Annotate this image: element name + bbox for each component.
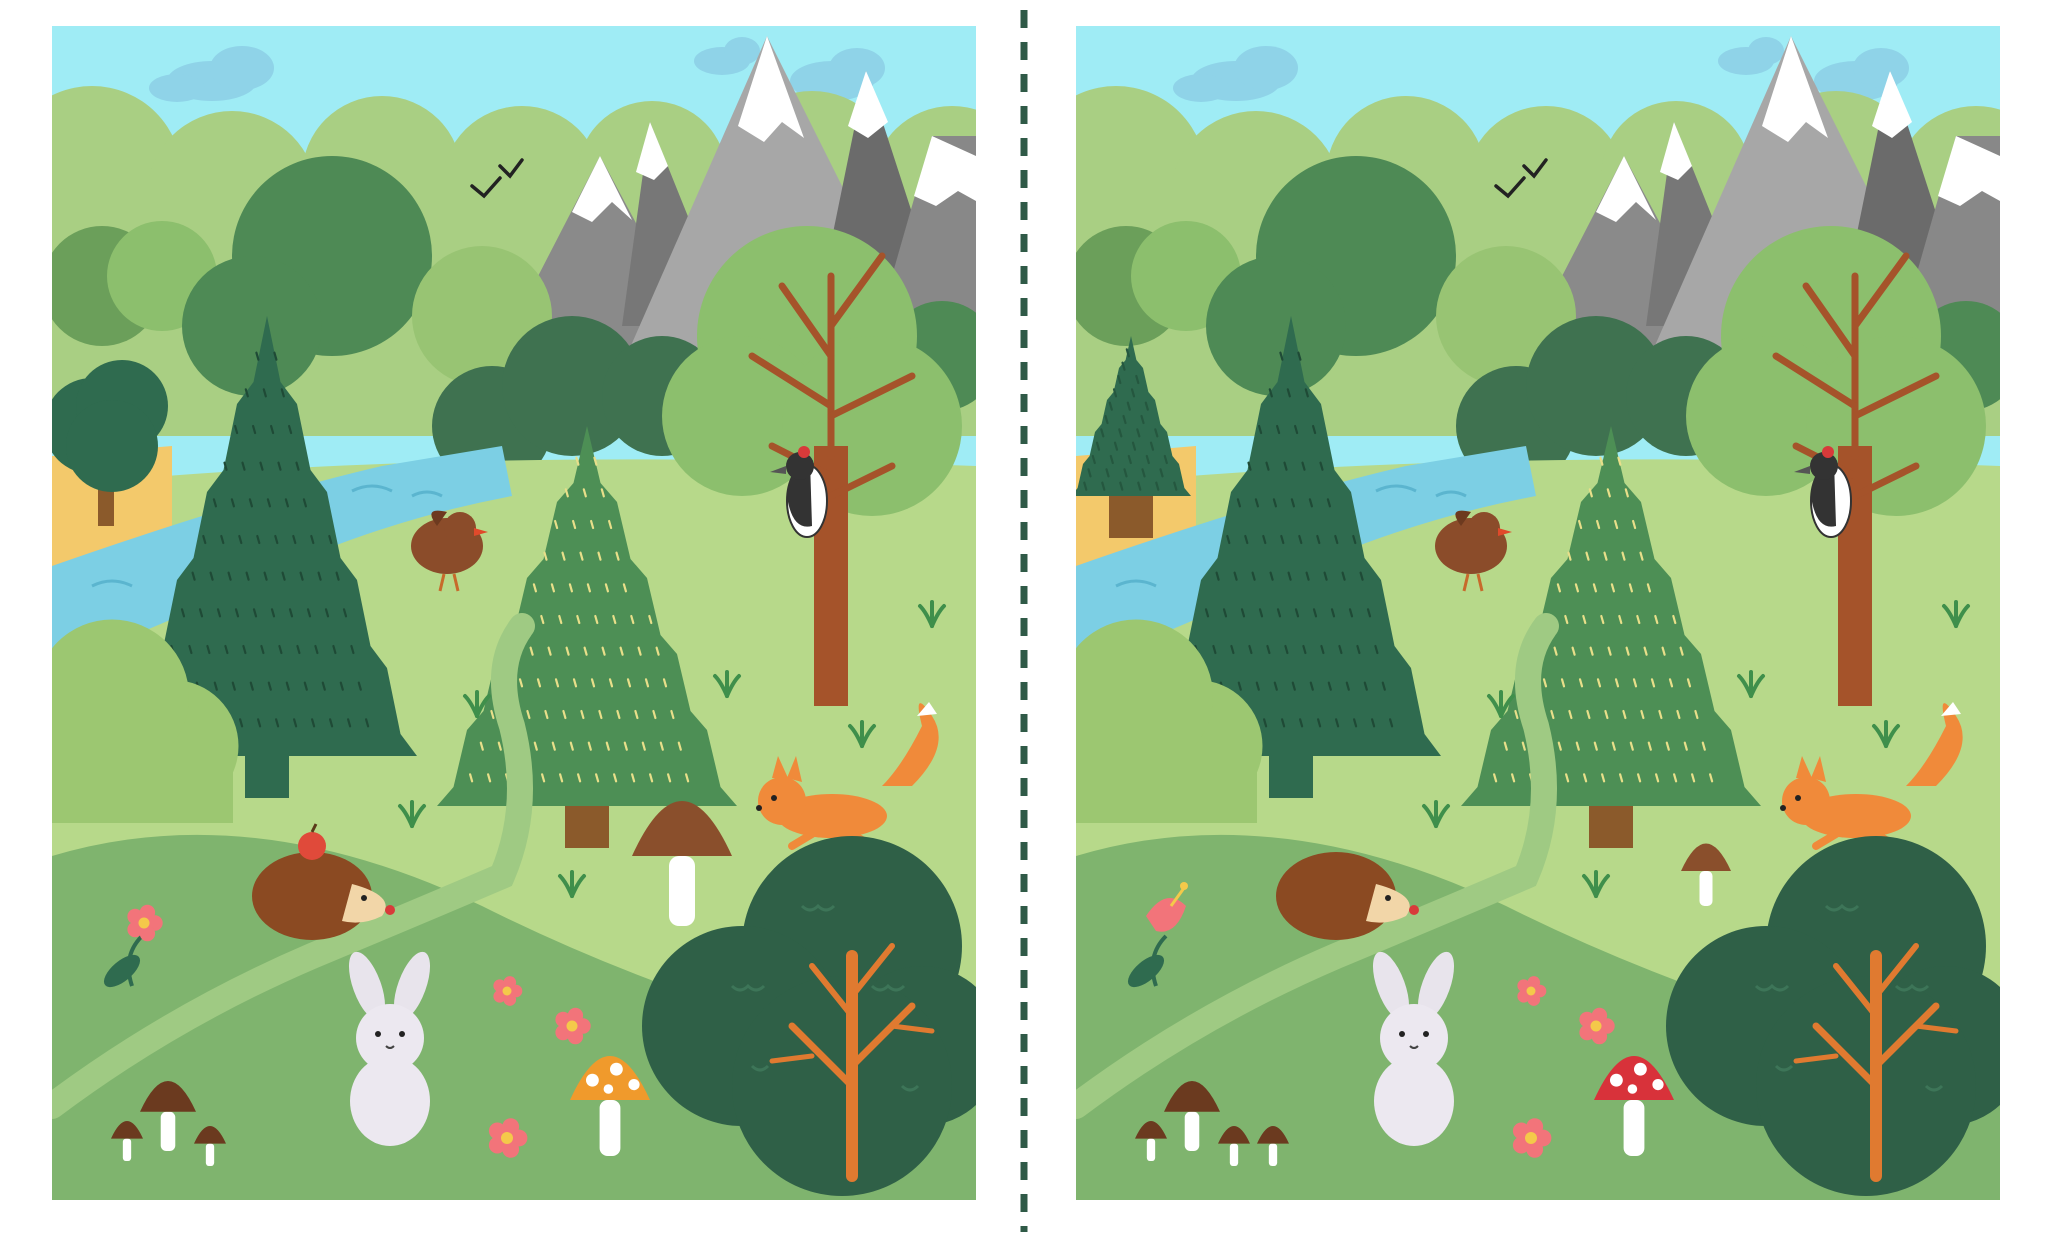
left-puzzle-image[interactable] <box>52 26 976 1200</box>
left-scene-canvas <box>52 26 976 1200</box>
dashed-divider <box>1020 10 1028 1232</box>
right-puzzle-image[interactable] <box>1076 26 2000 1200</box>
right-scene-canvas <box>1076 26 2000 1200</box>
